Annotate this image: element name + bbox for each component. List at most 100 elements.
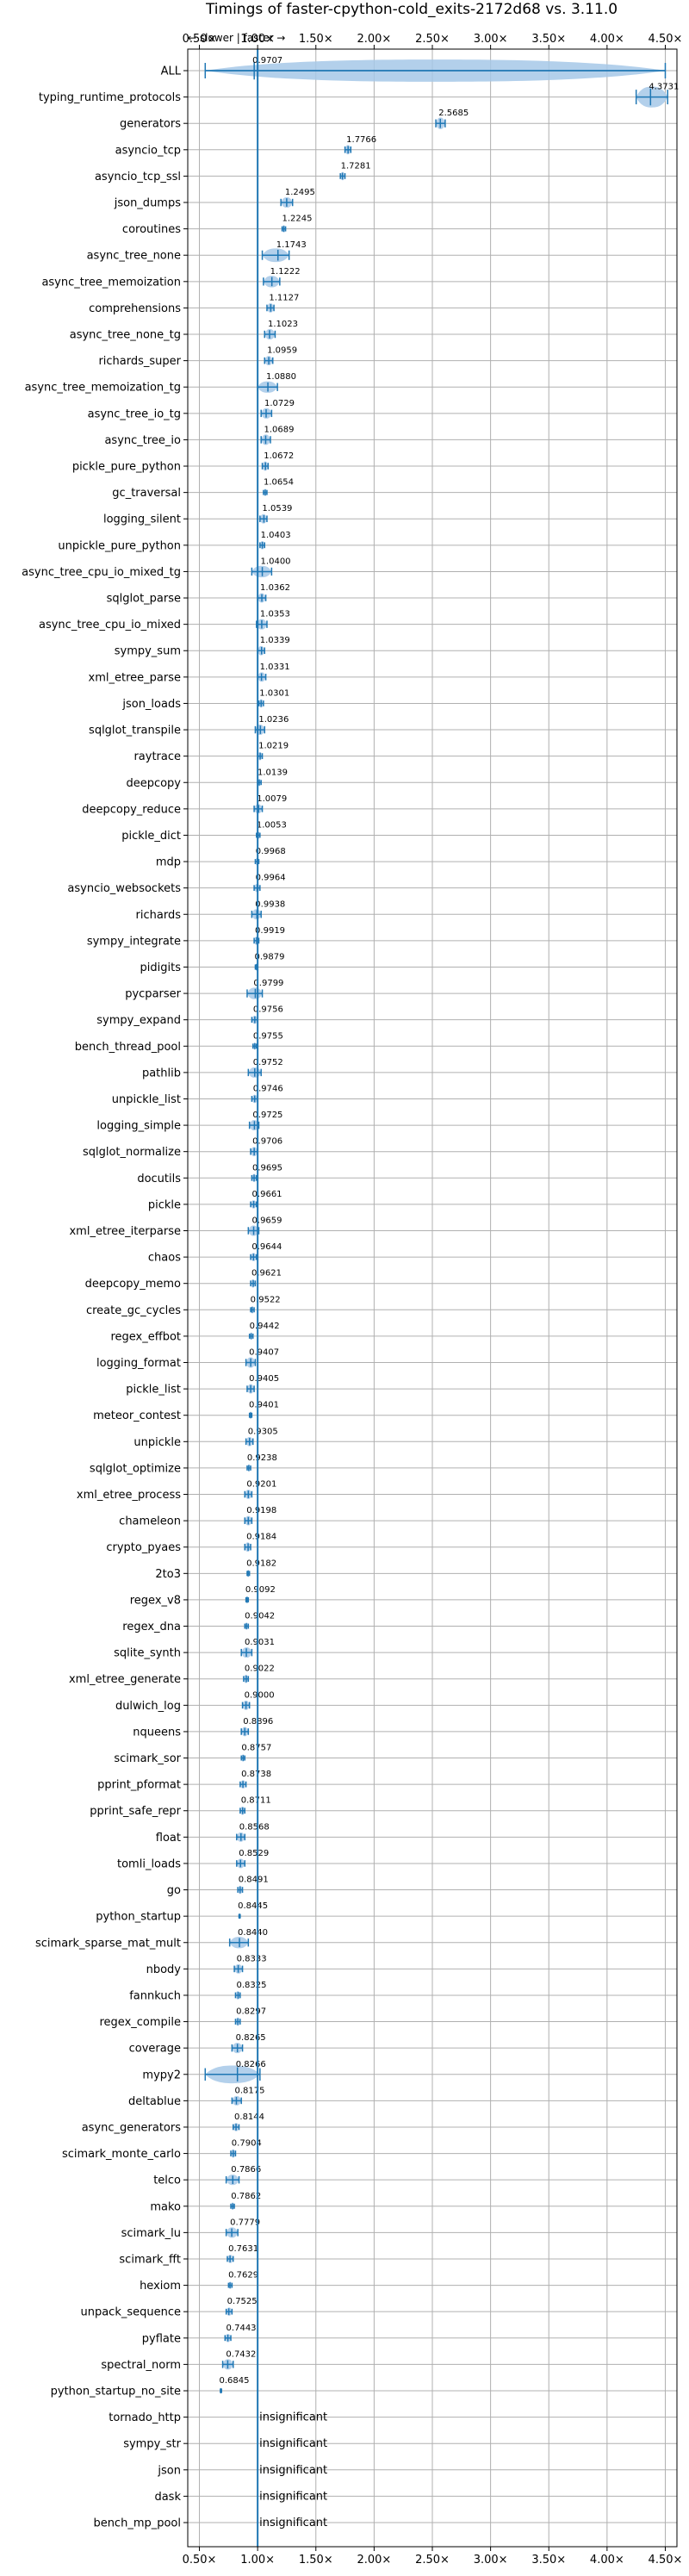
value-label: 0.9405 [249, 1374, 279, 1384]
value-label: 0.9522 [251, 1295, 281, 1304]
category-label: unpack_sequence [80, 2306, 181, 2319]
category-label: generators [120, 118, 181, 131]
category-label: python_startup [96, 1911, 181, 1924]
category-label: tomli_loads [117, 1857, 181, 1870]
value-label: 1.7281 [341, 161, 371, 171]
category-label: go [167, 1884, 181, 1897]
category-label: json [157, 2464, 181, 2477]
value-label: 0.8333 [237, 1954, 267, 1963]
category-label: pycparser [125, 988, 181, 1001]
x-tick-label-top: 3.50× [531, 33, 566, 46]
category-label: logging_simple [96, 1120, 181, 1133]
category-label: unpickle_pure_python [58, 539, 181, 552]
value-label: 1.0339 [260, 636, 290, 645]
category-label: fannkuch [129, 1989, 181, 2002]
value-label: 0.8568 [239, 1822, 270, 1832]
category-label: sqlglot_normalize [83, 1146, 181, 1159]
category-label: pprint_pformat [97, 1779, 181, 1792]
category-label: scimark_monte_carlo [62, 2148, 181, 2161]
category-label: async_tree_io [104, 434, 181, 447]
category-label: asyncio_tcp_ssl [95, 171, 181, 184]
value-label: 0.8144 [234, 2112, 264, 2122]
value-label: 0.8265 [236, 2033, 266, 2043]
value-label: 0.8175 [234, 2086, 264, 2095]
value-label: 0.9442 [250, 1322, 280, 1331]
value-label: 1.0672 [264, 451, 294, 461]
category-label: gc_traversal [112, 487, 181, 500]
value-label: 1.1023 [268, 320, 298, 329]
value-label: 0.8266 [236, 2060, 266, 2069]
value-label: 1.0362 [260, 583, 290, 593]
value-label: 0.9401 [249, 1401, 279, 1410]
category-label: scimark_fft [119, 2253, 181, 2266]
value-label: 1.0353 [260, 610, 290, 619]
value-label: 0.9659 [252, 1216, 282, 1225]
category-label: ALL [161, 65, 182, 78]
value-label: 0.8491 [239, 1876, 269, 1885]
value-label: 0.9198 [246, 1506, 276, 1515]
value-label: 0.7631 [228, 2244, 258, 2254]
value-label: 1.1222 [270, 267, 301, 277]
category-label: unpickle [133, 1436, 181, 1449]
insignificant-label: insignificant [259, 2517, 327, 2529]
value-label: 1.0654 [264, 478, 294, 488]
value-label: 1.0729 [264, 399, 295, 408]
x-tick-label-bottom: 2.00× [357, 2554, 391, 2567]
value-label: 1.2495 [285, 188, 315, 197]
value-label: 0.8757 [241, 1744, 271, 1753]
value-label: 1.0959 [267, 346, 297, 356]
marks-layer: 0.97074.37312.56851.77661.72811.24951.22… [204, 49, 679, 2547]
value-label: 1.2245 [282, 215, 313, 224]
value-label: 1.0403 [261, 531, 291, 540]
category-label: bench_mp_pool [93, 2517, 181, 2530]
category-label: deltablue [128, 2095, 181, 2108]
value-label: 1.0139 [258, 768, 288, 777]
category-label: typing_runtime_protocols [39, 91, 181, 104]
category-label: asyncio_websockets [67, 882, 181, 895]
chart-title: Timings of faster-cpython-cold_exits-217… [205, 1, 618, 18]
x-tick-label-bottom: 2.50× [415, 2554, 450, 2567]
value-label: 0.8529 [239, 1849, 269, 1858]
chart-svg: Timings of faster-cpython-cold_exits-217… [22, 1, 682, 2567]
x-tick-label-top: 4.00× [590, 33, 624, 46]
value-label: 1.0880 [266, 372, 296, 382]
category-label: async_tree_none_tg [70, 329, 181, 342]
value-label: 2.5685 [438, 109, 469, 118]
value-label: 0.8297 [236, 2007, 266, 2017]
insignificant-label: insignificant [259, 2490, 327, 2503]
value-label: 0.9092 [245, 1585, 276, 1595]
category-label: pickle [148, 1198, 181, 1211]
value-label: 1.0079 [257, 794, 287, 804]
category-label: sympy_integrate [87, 935, 181, 948]
category-label: sqlite_synth [114, 1647, 181, 1660]
category-label: nqueens [133, 1726, 181, 1739]
category-label: comprehensions [89, 302, 181, 315]
value-label: 0.9031 [245, 1638, 275, 1647]
category-label: async_tree_io_tg [88, 408, 181, 420]
category-label: async_tree_cpu_io_mixed [39, 619, 181, 632]
value-label: 0.9968 [256, 847, 286, 856]
category-label: deepcopy_memo [85, 1278, 181, 1291]
value-label: 0.9184 [246, 1533, 276, 1542]
category-label: async_tree_cpu_io_mixed_tg [22, 566, 181, 579]
x-tick-label-bottom: 3.50× [531, 2554, 566, 2567]
category-label: pyflate [142, 2332, 181, 2345]
value-label: 0.7443 [227, 2324, 257, 2333]
category-label: async_tree_none [87, 250, 181, 263]
value-label: 0.9042 [245, 1612, 275, 1621]
category-label: sqlglot_parse [107, 593, 181, 606]
value-label: 1.0219 [258, 742, 289, 751]
category-label: sqlglot_transpile [89, 725, 181, 737]
category-label: logging_format [96, 1357, 181, 1370]
x-tick-label-bottom: 0.50× [183, 2554, 217, 2567]
value-label: 0.9182 [246, 1559, 276, 1568]
value-label: 0.9201 [246, 1480, 276, 1490]
value-label: 0.7629 [228, 2271, 258, 2280]
category-label: float [156, 1832, 181, 1845]
value-label: 0.9879 [255, 952, 285, 961]
category-label: tornado_http [109, 2411, 181, 2424]
category-label: xml_etree_iterparse [69, 1225, 181, 1238]
insignificant-label: insignificant [259, 2437, 327, 2450]
value-label: 0.6845 [219, 2376, 249, 2386]
value-label: 0.9644 [251, 1242, 282, 1252]
